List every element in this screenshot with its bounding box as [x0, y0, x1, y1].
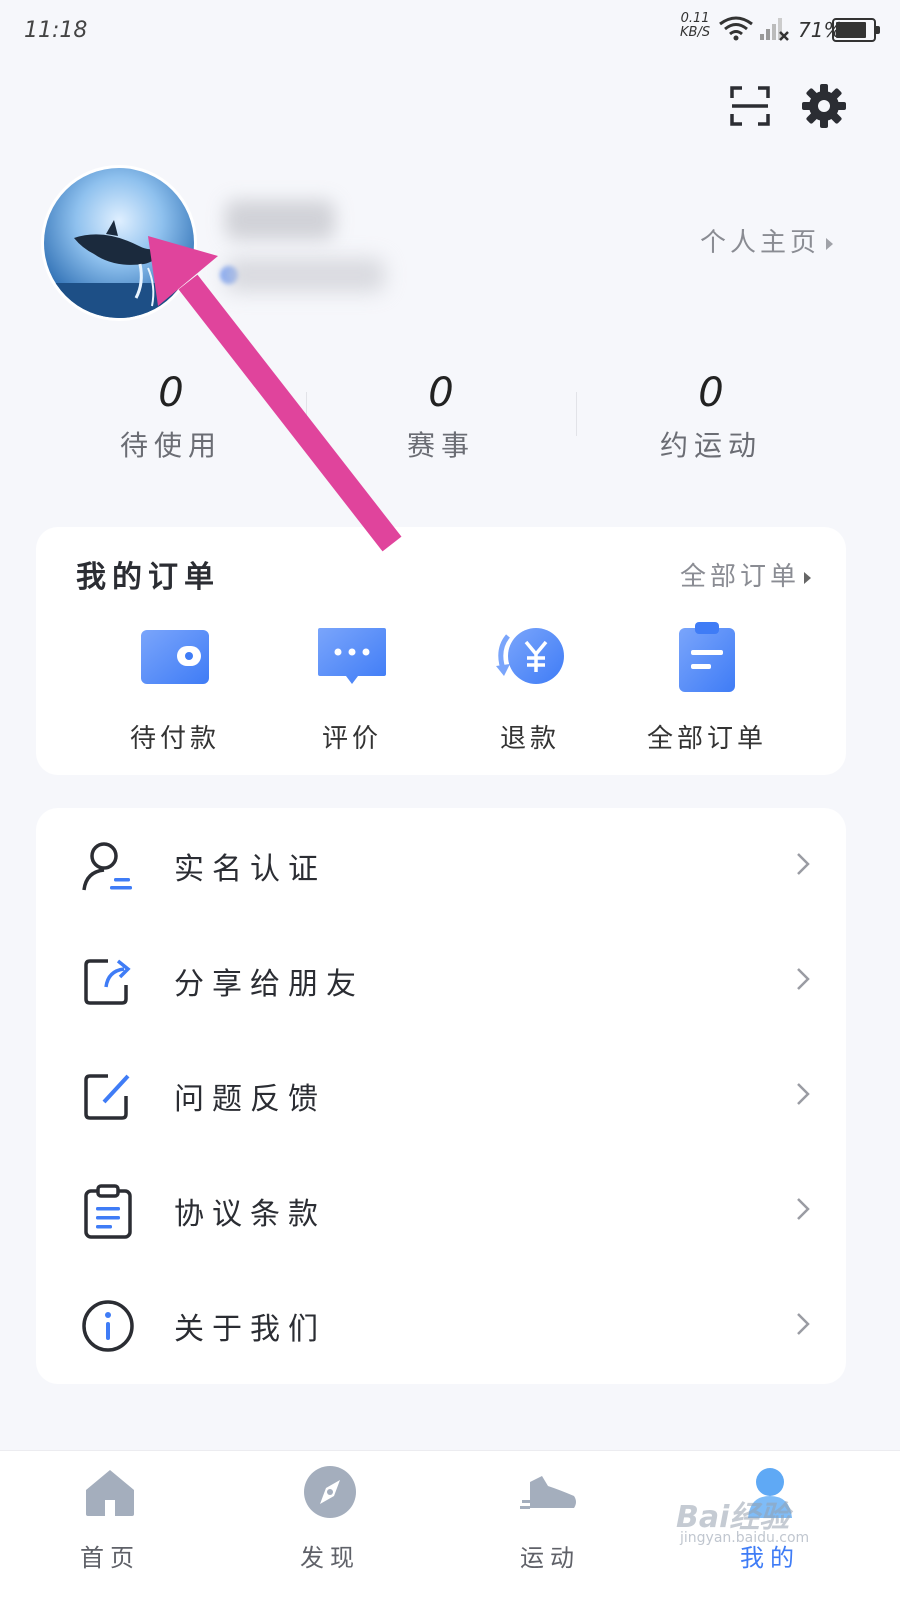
stat-events[interactable]: 0 赛事 [321, 368, 561, 464]
share-icon [84, 959, 131, 1005]
status-bar: 11:18 0.11 KB/S 71% [0, 0, 900, 64]
chevron-right-icon [797, 853, 810, 875]
scan-icon[interactable] [728, 84, 772, 128]
all-orders-link-label: 全部订单 [680, 562, 801, 592]
order-pending-payment[interactable]: 待付款 [90, 620, 260, 760]
personal-homepage-label: 个人主页 [700, 228, 821, 258]
my-orders-title: 我的订单 [76, 560, 220, 595]
stat-appointments[interactable]: 0 约运动 [591, 368, 831, 464]
nav-home[interactable]: 首页 [40, 1462, 180, 1573]
stat-label: 赛事 [406, 429, 475, 462]
nav-label: 首页 [80, 1544, 140, 1572]
nav-sports[interactable]: 运动 [480, 1462, 620, 1573]
order-review[interactable]: 评价 [267, 620, 437, 760]
status-time: 11:18 [24, 18, 88, 43]
username-blurred [225, 200, 335, 240]
menu-item-share[interactable]: 分享给朋友 [36, 923, 846, 1038]
personal-homepage-link[interactable]: 个人主页 [700, 222, 834, 259]
menu-item-label: 协议条款 [174, 1197, 326, 1232]
network-speed: 0.11 KB/S [680, 12, 710, 40]
order-all[interactable]: 全部订单 [622, 620, 792, 760]
menu-item-label: 问题反馈 [174, 1082, 326, 1117]
menu-item-label: 分享给朋友 [174, 967, 364, 1002]
order-item-label: 全部订单 [646, 724, 767, 754]
stat-label: 待使用 [119, 429, 222, 462]
user-id-blurred [225, 258, 385, 292]
clipboard-icon [679, 622, 735, 692]
nav-label: 发现 [300, 1544, 360, 1572]
stat-pending-use[interactable]: 0 待使用 [51, 368, 291, 464]
order-item-label: 退款 [499, 724, 560, 754]
stat-value: 0 [698, 370, 724, 416]
agreement-clipboard-icon [84, 1184, 132, 1239]
stat-value: 0 [158, 370, 184, 416]
caret-right-icon [804, 571, 812, 584]
chevron-right-icon [797, 1198, 810, 1220]
nav-label: 运动 [520, 1544, 580, 1572]
feedback-edit-icon [84, 1074, 130, 1120]
info-icon [82, 1300, 134, 1352]
chevron-right-icon [797, 1313, 810, 1335]
menu-item-label: 实名认证 [174, 852, 326, 887]
menu-item-about-us[interactable]: 关于我们 [36, 1268, 846, 1383]
caret-right-icon [826, 237, 834, 250]
stat-label: 约运动 [659, 429, 762, 462]
order-item-label: 待付款 [129, 724, 220, 754]
nav-discover[interactable]: 发现 [260, 1462, 400, 1573]
wallet-icon [141, 630, 209, 684]
watermark-url: jingyan.baidu.com [680, 1530, 810, 1546]
stat-divider [306, 392, 307, 436]
menu-item-real-name-verification[interactable]: 实名认证 [36, 808, 846, 923]
menu-item-agreement[interactable]: 协议条款 [36, 1153, 846, 1268]
menu-item-label: 关于我们 [174, 1312, 326, 1347]
chevron-right-icon [797, 968, 810, 990]
stat-value: 0 [428, 370, 454, 416]
avatar[interactable] [44, 168, 194, 318]
settings-gear-icon[interactable] [800, 82, 848, 130]
battery-icon [832, 18, 880, 42]
signal-icon [760, 18, 789, 41]
all-orders-link[interactable]: 全部订单 [680, 556, 812, 593]
order-refund[interactable]: 退款 [445, 620, 615, 760]
home-icon [86, 1470, 134, 1516]
wifi-icon [719, 16, 753, 41]
compass-icon [304, 1466, 356, 1518]
network-speed-value: 0.11 [680, 11, 710, 26]
dolphin-avatar-image [44, 220, 194, 318]
menu-item-feedback[interactable]: 问题反馈 [36, 1038, 846, 1153]
comment-icon [318, 628, 386, 684]
sneaker-icon [520, 1476, 576, 1509]
refund-icon [496, 628, 564, 684]
network-speed-unit: KB/S [680, 25, 711, 40]
stat-divider [576, 392, 577, 436]
order-item-label: 评价 [321, 724, 382, 754]
user-verify-icon [82, 842, 132, 891]
chevron-right-icon [797, 1083, 810, 1105]
